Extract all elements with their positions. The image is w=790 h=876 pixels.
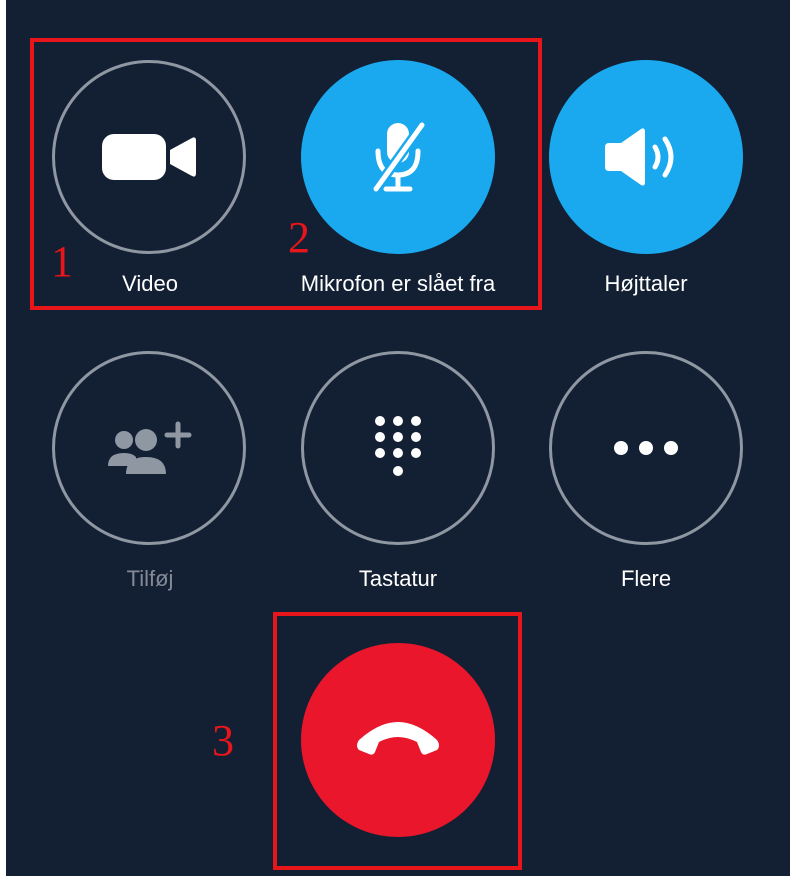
annotation-number-2: 2 bbox=[288, 213, 310, 262]
more-button[interactable] bbox=[549, 351, 743, 545]
annotation-number-1: 1 bbox=[51, 237, 73, 286]
annotation-box-1 bbox=[30, 38, 542, 310]
keypad-button[interactable] bbox=[301, 351, 495, 545]
more-dots-icon bbox=[614, 441, 678, 455]
add-participant-button[interactable] bbox=[52, 351, 246, 545]
dialpad-icon bbox=[375, 416, 421, 476]
more-label: Flere bbox=[620, 566, 672, 591]
annotation-box-3 bbox=[273, 612, 522, 870]
annotation-number-3: 3 bbox=[212, 716, 234, 765]
speaker-button[interactable] bbox=[549, 60, 743, 254]
add-participant-icon bbox=[108, 421, 192, 474]
speaker-icon bbox=[605, 128, 674, 186]
